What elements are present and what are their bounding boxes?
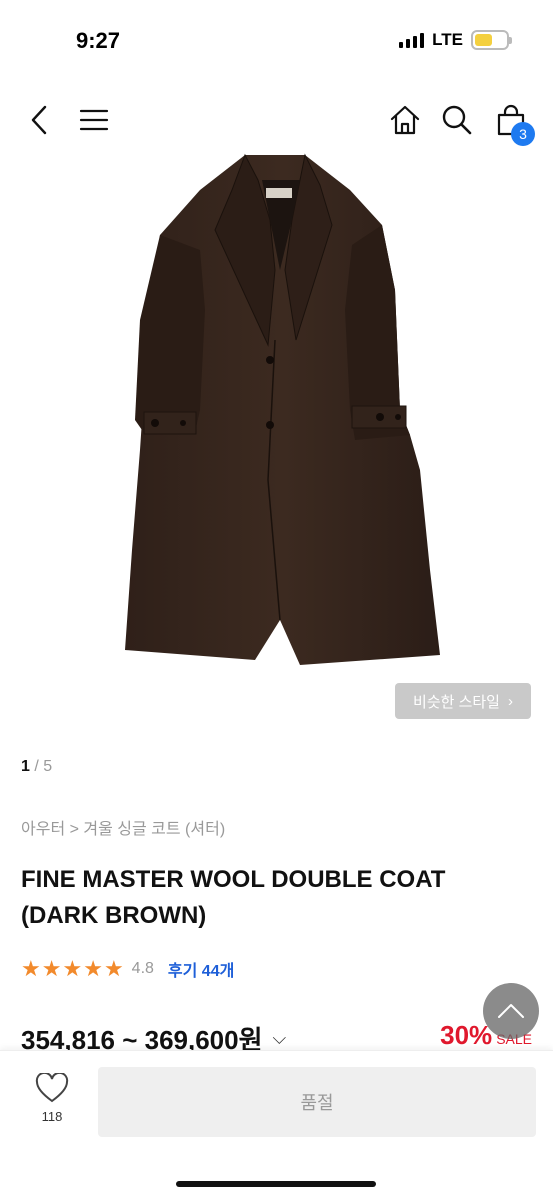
chevron-right-icon: › [507, 692, 513, 710]
heart-icon [35, 1073, 69, 1103]
discount-percent: 30% [440, 1020, 493, 1050]
like-button[interactable]: 118 [30, 1073, 74, 1124]
home-indicator [176, 1181, 376, 1187]
review-link[interactable]: 후기 44개 [168, 957, 234, 981]
search-button[interactable] [437, 100, 477, 140]
product-title: FINE MASTER WOOL DOUBLE COAT (DARK BROWN… [21, 866, 446, 929]
chevron-left-icon [31, 105, 47, 135]
pager-current: 1 [21, 758, 30, 775]
cart-count-badge: 3 [511, 122, 535, 146]
network-type: LTE [432, 30, 463, 49]
rating-value: 4.8 [131, 960, 154, 977]
star-icon: ★ [62, 956, 83, 981]
breadcrumb[interactable]: 아우터 > 겨울 싱글 코트 (셔터) [21, 815, 225, 839]
status-indicators: LTE [399, 30, 512, 50]
similar-style-button[interactable]: 비슷한 스타일 › [395, 683, 531, 719]
cart-button[interactable]: 3 [491, 100, 535, 146]
star-icon: ★ [103, 956, 124, 981]
coat-image [125, 153, 440, 665]
star-icon: ★ [41, 956, 62, 981]
product-image[interactable] [0, 150, 553, 730]
bottom-action-bar: 118 품절 [0, 1050, 553, 1200]
rating-row: ★ ★ ★ ★ ★ 4.8 후기 44개 [21, 957, 234, 981]
star-icon: ★ [21, 956, 41, 981]
hamburger-menu-icon [79, 109, 109, 131]
nav-bar: 3 [0, 90, 553, 150]
chevron-down-icon: ⌵ [272, 1028, 287, 1048]
like-count: 118 [41, 1109, 63, 1124]
soldout-button[interactable]: 품절 [98, 1067, 536, 1137]
chevron-up-icon [498, 1004, 524, 1018]
search-icon [442, 105, 472, 135]
star-icon: ★ [83, 956, 103, 981]
home-button[interactable] [385, 100, 425, 140]
similar-style-label: 비슷한 스타일 [413, 693, 500, 711]
status-bar: 9:27 LTE [0, 0, 553, 80]
menu-button[interactable] [74, 100, 114, 140]
back-button[interactable] [20, 100, 60, 140]
image-pager: 1 / 5 [21, 758, 52, 776]
pager-total: 5 [43, 758, 53, 775]
pager-separator: / [34, 758, 39, 775]
status-time: 9:27 [76, 28, 121, 53]
rating-stars: ★ ★ ★ ★ ★ [21, 957, 124, 981]
scroll-to-top-button[interactable] [483, 983, 539, 1039]
home-icon [390, 105, 420, 135]
battery-icon [471, 30, 512, 50]
signal-icon [399, 32, 425, 48]
